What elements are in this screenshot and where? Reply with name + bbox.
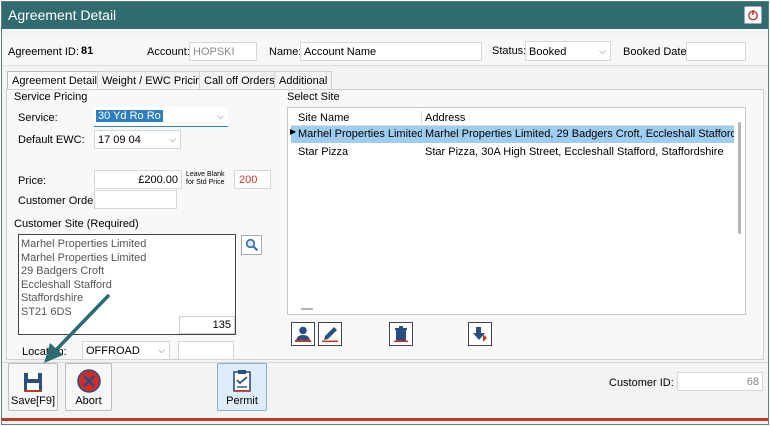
- annotation-arrow: [44, 294, 110, 363]
